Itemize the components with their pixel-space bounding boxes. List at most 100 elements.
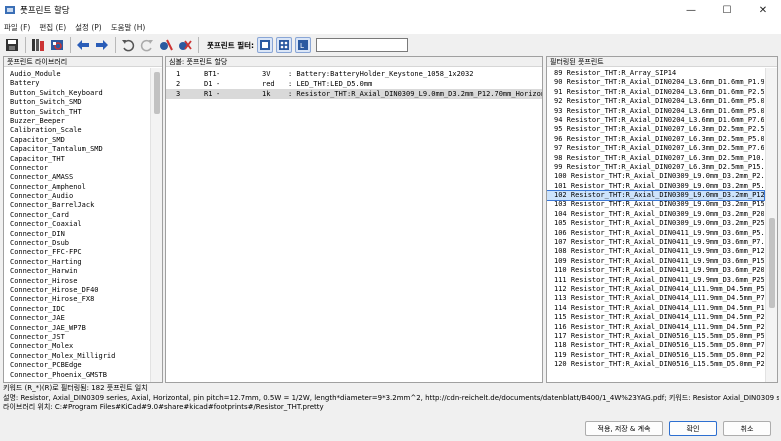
library-item[interactable]: Connector — [4, 164, 149, 173]
footprint-item[interactable]: 110 Resistor_THT:R_Axial_DIN0411_L9.9mm_… — [547, 266, 764, 275]
library-item[interactable]: Buzzer_Beeper — [4, 117, 149, 126]
library-item[interactable]: Connector_Hirose — [4, 277, 149, 286]
footprint-item[interactable]: 117 Resistor_THT:R_Axial_DIN0516_L15.5mm… — [547, 332, 764, 341]
library-item[interactable]: Button_Switch_SMD — [4, 98, 149, 107]
library-item[interactable]: Button_Switch_Keyboard — [4, 89, 149, 98]
footprint-item[interactable]: 98 Resistor_THT:R_Axial_DIN0207_L6.3mm_D… — [547, 154, 764, 163]
maximize-button[interactable]: ☐ — [709, 0, 745, 20]
auto-assign-icon[interactable] — [158, 37, 174, 53]
footprint-scrollbar[interactable] — [765, 68, 777, 382]
menu-edit[interactable]: 편집 (E) — [39, 22, 66, 33]
status-area: 키워드 (R_*)(R)로 필터링됨: 182 풋프린트 일치 설명: Resi… — [3, 384, 779, 413]
footprint-item[interactable]: 89 Resistor_THT:R_Array_SIP14 — [547, 69, 764, 78]
footprint-item[interactable]: 111 Resistor_THT:R_Axial_DIN0411_L9.9mm_… — [547, 276, 764, 285]
footprint-item[interactable]: 114 Resistor_THT:R_Axial_DIN0414_L11.9mm… — [547, 304, 764, 313]
footprint-item[interactable]: 97 Resistor_THT:R_Axial_DIN0207_L6.3mm_D… — [547, 144, 764, 153]
library-item[interactable]: Capacitor_SMD — [4, 136, 149, 145]
footprint-item[interactable]: 106 Resistor_THT:R_Axial_DIN0411_L9.9mm_… — [547, 229, 764, 238]
close-button[interactable]: ✕ — [745, 0, 781, 20]
menu-file[interactable]: 파일 (F) — [4, 22, 30, 33]
library-item[interactable]: Capacitor_THT — [4, 155, 149, 164]
library-item[interactable]: Connector_FFC-FPC — [4, 248, 149, 257]
footprint-item[interactable]: 102 Resistor_THT:R_Axial_DIN0309_L9.0mm_… — [547, 190, 765, 202]
arrow-right-icon[interactable] — [94, 37, 110, 53]
library-item[interactable]: Connector_PCBEdge — [4, 361, 149, 370]
apply-save-continue-button[interactable]: 적용, 저장 & 계속 — [585, 421, 663, 436]
library-item[interactable]: Battery — [4, 79, 149, 88]
library-item[interactable]: Connector_Hirose_FX8 — [4, 295, 149, 304]
delete-all-assignments-icon[interactable] — [177, 37, 193, 53]
footprint-item[interactable]: 101 Resistor_THT:R_Axial_DIN0309_L9.0mm_… — [547, 182, 764, 191]
footprint-item[interactable]: 94 Resistor_THT:R_Axial_DIN0204_L3.6mm_D… — [547, 116, 764, 125]
footprint-item[interactable]: 93 Resistor_THT:R_Axial_DIN0204_L3.6mm_D… — [547, 107, 764, 116]
toolbar-separator — [25, 37, 26, 53]
footprint-item[interactable]: 109 Resistor_THT:R_Axial_DIN0411_L9.9mm_… — [547, 257, 764, 266]
library-item[interactable]: Connector_AMASS — [4, 173, 149, 182]
library-item[interactable]: Capacitor_Tantalum_SMD — [4, 145, 149, 154]
menu-preferences[interactable]: 설정 (P) — [75, 22, 102, 33]
footprint-item[interactable]: 92 Resistor_THT:R_Axial_DIN0204_L3.6mm_D… — [547, 97, 764, 106]
assignment-row[interactable]: 3 R1- 1k: Resistor_THT:R_Axial_DIN0309_L9.… — [166, 89, 542, 99]
library-item[interactable]: Connector_BarrelJack — [4, 201, 149, 210]
footprint-item[interactable]: 108 Resistor_THT:R_Axial_DIN0411_L9.9mm_… — [547, 247, 764, 256]
library-item[interactable]: Connector_Audio — [4, 192, 149, 201]
library-scrollbar-thumb[interactable] — [154, 72, 160, 114]
library-scrollbar[interactable] — [150, 68, 162, 382]
footprint-item[interactable]: 107 Resistor_THT:R_Axial_DIN0411_L9.9mm_… — [547, 238, 764, 247]
assignment-row[interactable]: 1 BT1- 3V: Battery:BatteryHolder_Keystone_… — [166, 69, 542, 79]
arrow-left-icon[interactable] — [75, 37, 91, 53]
toolbar: 풋프린트 필터: L — [0, 34, 781, 56]
library-item[interactable]: Connector_Card — [4, 211, 149, 220]
footprint-item[interactable]: 118 Resistor_THT:R_Axial_DIN0516_L15.5mm… — [547, 341, 764, 350]
library-item[interactable]: Connector_Molex_Milligrid — [4, 352, 149, 361]
footprint-item[interactable]: 103 Resistor_THT:R_Axial_DIN0309_L9.0mm_… — [547, 200, 764, 209]
footprint-item[interactable]: 112 Resistor_THT:R_Axial_DIN0414_L11.9mm… — [547, 285, 764, 294]
filter-by-pin-count-button[interactable] — [276, 37, 293, 53]
menu-help[interactable]: 도움말 (H) — [111, 22, 146, 33]
footprint-item[interactable]: 99 Resistor_THT:R_Axial_DIN0207_L6.3mm_D… — [547, 163, 764, 172]
library-item[interactable]: Audio_Module — [4, 70, 149, 79]
library-item[interactable]: Connector_Harting — [4, 258, 149, 267]
library-item[interactable]: Connector_Dsub — [4, 239, 149, 248]
library-item[interactable]: Connector_Molex — [4, 342, 149, 351]
footprint-item[interactable]: 91 Resistor_THT:R_Axial_DIN0204_L3.6mm_D… — [547, 88, 764, 97]
redo-icon[interactable] — [139, 37, 155, 53]
footprint-item[interactable]: 96 Resistor_THT:R_Axial_DIN0207_L6.3mm_D… — [547, 135, 764, 144]
footprint-item[interactable]: 100 Resistor_THT:R_Axial_DIN0309_L9.0mm_… — [547, 172, 764, 181]
library-item[interactable]: Connector_DIN — [4, 230, 149, 239]
library-item[interactable]: Calibration_Scale — [4, 126, 149, 135]
footprint-item[interactable]: 105 Resistor_THT:R_Axial_DIN0309_L9.0mm_… — [547, 219, 764, 228]
library-item[interactable]: Connector_Amphenol — [4, 183, 149, 192]
library-item[interactable]: Connector_Harwin — [4, 267, 149, 276]
assignment-row[interactable]: 2 D1- red: LED_THT:LED_D5.0mm — [166, 79, 542, 89]
assignment-ref: R1 — [204, 90, 213, 98]
footprint-item[interactable]: 90 Resistor_THT:R_Axial_DIN0204_L3.6mm_D… — [547, 78, 764, 87]
filter-by-keyword-button[interactable] — [257, 37, 274, 53]
ok-button[interactable]: 확인 — [669, 421, 717, 436]
library-item[interactable]: Connector_Coaxial — [4, 220, 149, 229]
footprint-item[interactable]: 116 Resistor_THT:R_Axial_DIN0414_L11.9mm… — [547, 323, 764, 332]
filter-input[interactable] — [316, 38, 409, 52]
cancel-button[interactable]: 취소 — [723, 421, 771, 436]
library-item[interactable]: Button_Switch_THT — [4, 108, 149, 117]
filter-status: 키워드 (R_*)(R)로 필터링됨: 182 풋프린트 일치 — [3, 384, 148, 392]
library-item[interactable]: Connector_JAE_WP7B — [4, 324, 149, 333]
filter-by-library-button[interactable]: L — [295, 37, 312, 53]
footprint-viewer-icon[interactable] — [49, 37, 65, 53]
library-item[interactable]: Connector_Phoenix_GMSTB — [4, 371, 149, 380]
undo-icon[interactable] — [120, 37, 136, 53]
footprint-scrollbar-thumb[interactable] — [769, 218, 775, 308]
footprint-item[interactable]: 95 Resistor_THT:R_Axial_DIN0207_L6.3mm_D… — [547, 125, 764, 134]
library-item[interactable]: Connector_JAE — [4, 314, 149, 323]
footprint-item[interactable]: 113 Resistor_THT:R_Axial_DIN0414_L11.9mm… — [547, 294, 764, 303]
footprint-item[interactable]: 115 Resistor_THT:R_Axial_DIN0414_L11.9mm… — [547, 313, 764, 322]
library-item[interactable]: Connector_Hirose_DF40 — [4, 286, 149, 295]
minimize-button[interactable]: — — [673, 0, 709, 20]
library-item[interactable]: Connector_IDC — [4, 305, 149, 314]
footprint-item[interactable]: 120 Resistor_THT:R_Axial_DIN0516_L15.5mm… — [547, 360, 764, 369]
footprint-item[interactable]: 119 Resistor_THT:R_Axial_DIN0516_L15.5mm… — [547, 351, 764, 360]
footprint-item[interactable]: 104 Resistor_THT:R_Axial_DIN0309_L9.0mm_… — [547, 210, 764, 219]
save-icon[interactable] — [4, 37, 20, 53]
library-item[interactable]: Connector_JST — [4, 333, 149, 342]
library-table-icon[interactable] — [30, 37, 46, 53]
